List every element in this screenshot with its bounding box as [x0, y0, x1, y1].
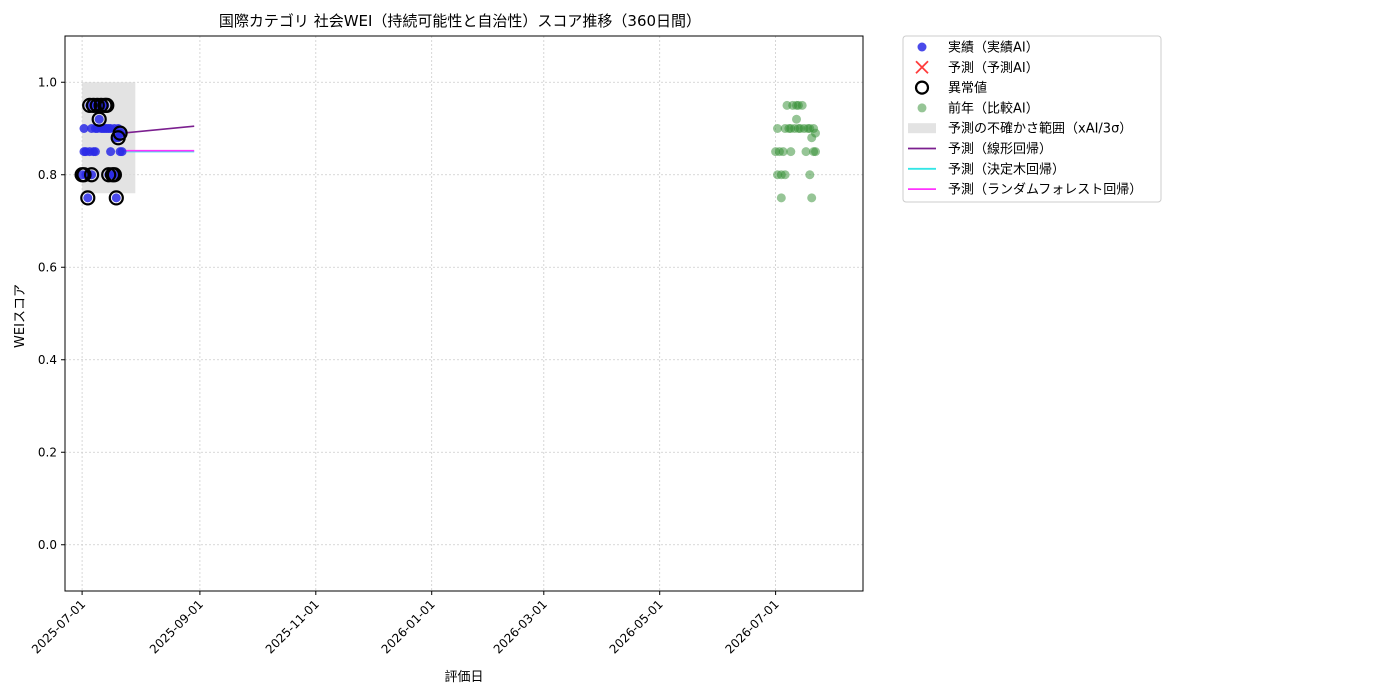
actual-point [111, 193, 121, 203]
y-tick-label: 0.2 [38, 445, 57, 459]
legend-swatch-uncertainty [908, 123, 936, 134]
legend-label-tree: 予測（決定木回帰） [948, 161, 1065, 177]
x-tick-label: 2025-07-01 [29, 597, 88, 656]
legend-label-anomaly: 異常値 [948, 80, 987, 96]
actual-point [83, 193, 93, 203]
y-tick-label: 1.0 [38, 75, 57, 89]
x-tick-label: 2026-03-01 [491, 597, 550, 656]
actual-point [90, 147, 100, 157]
x-axis-label: 評価日 [444, 670, 483, 685]
actual-point [117, 147, 127, 157]
previous-year-point [776, 193, 786, 203]
previous-year-point [807, 193, 817, 203]
previous-year-point [811, 128, 820, 138]
x-tick-label: 2025-11-01 [263, 597, 322, 656]
legend-label-forest: 予測（ランダムフォレスト回帰） [948, 182, 1142, 198]
y-tick-label: 0.6 [38, 260, 57, 274]
actual-point [94, 114, 104, 124]
x-tick-label: 2025-09-01 [147, 597, 206, 656]
y-tick-label: 0.8 [38, 168, 57, 182]
y-axis-label: WEIスコア [13, 284, 28, 348]
legend-swatch-actual [917, 42, 927, 52]
legend-swatch-previous-year [917, 103, 927, 113]
y-axis: 0.0 0.2 0.4 0.6 0.8 1.0 [38, 75, 65, 552]
x-axis: 2025-07-01 2025-09-01 2025-11-01 2026-01-01… [29, 591, 782, 656]
previous-year-point [811, 147, 820, 157]
legend: 実績（実績AI） 予測（予測AI） 異常値前年（比較AI） 予測の不確かさ範囲（xAI… [902, 35, 1162, 203]
x-tick-label: 2026-01-01 [379, 597, 438, 656]
legend-label-uncertainty: 予測の不確かさ範囲（xAI/3σ） [948, 121, 1132, 137]
previous-year-point [792, 114, 801, 124]
x-tick-label: 2026-05-01 [607, 597, 666, 656]
chart: 国際カテゴリ 社会WEI（持続可能性と自治性）スコア推移（360日間） 0.00… [13, 12, 1162, 685]
y-tick-label: 0.0 [38, 538, 57, 552]
actual-point [106, 147, 116, 157]
x-tick-label: 2026-07-01 [723, 597, 782, 656]
previous-year-point [786, 147, 796, 157]
legend-label-previous-year: 前年（比較AI） [948, 100, 1039, 116]
legend-label-linear: 予測（線形回帰） [948, 141, 1052, 157]
previous-year-point [805, 170, 815, 180]
previous-year-point [797, 100, 807, 110]
data-marks [74, 97, 820, 206]
y-tick-label: 0.4 [38, 353, 57, 367]
previous-year-point [780, 170, 790, 180]
chart-title: 国際カテゴリ 社会WEI（持続可能性と自治性）スコア推移（360日間） [219, 12, 701, 30]
legend-label-actual: 実績（実績AI） [948, 40, 1039, 56]
plot-frame [64, 35, 864, 592]
grid [65, 36, 863, 591]
legend-label-predicted: 予測（予測AI） [948, 61, 1039, 76]
